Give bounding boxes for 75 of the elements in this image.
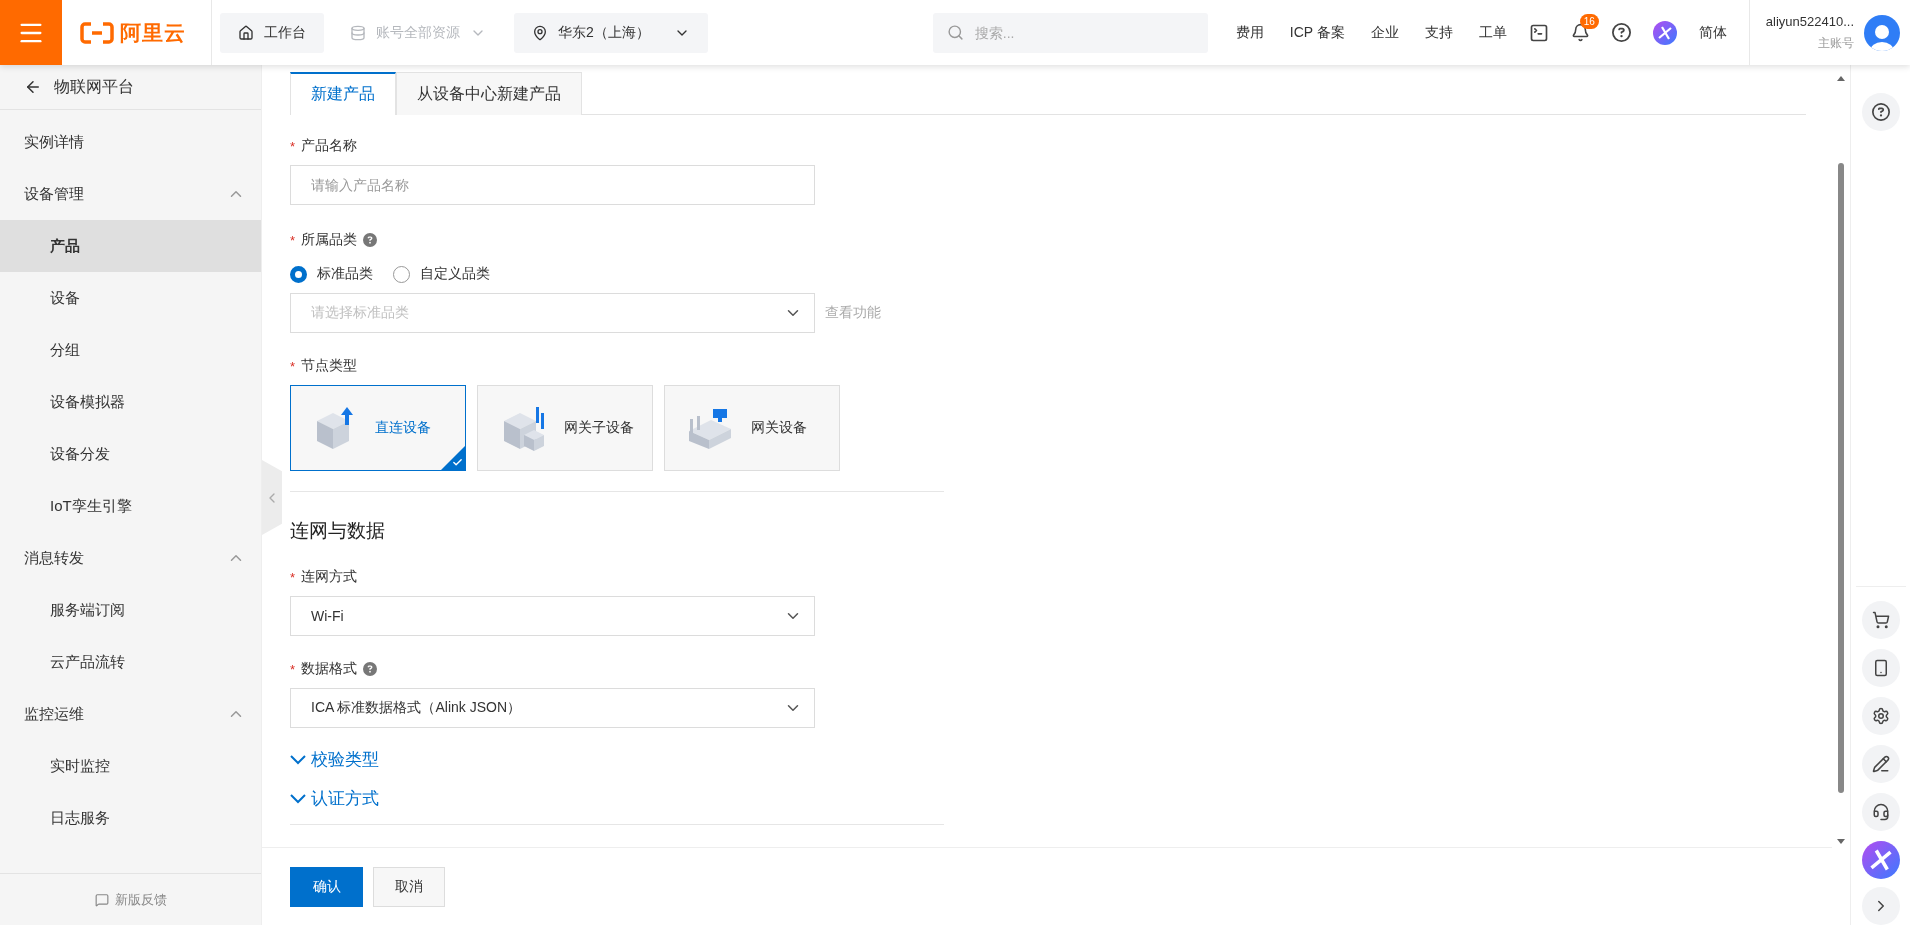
- terminal-icon[interactable]: [1528, 22, 1549, 43]
- top-link[interactable]: 工单: [1478, 23, 1507, 42]
- workbench-button[interactable]: 工作台: [220, 12, 324, 53]
- sidebar-item[interactable]: 设备分发: [0, 428, 261, 480]
- help-icon[interactable]: [1861, 93, 1900, 131]
- mobile-app-icon[interactable]: [1861, 649, 1900, 687]
- region-dropdown[interactable]: 华东2（上海）: [514, 12, 708, 53]
- top-link[interactable]: 企业: [1370, 23, 1399, 42]
- node-type-card[interactable]: 网关设备: [664, 385, 840, 471]
- sidebar-group[interactable]: 监控运维: [0, 688, 261, 740]
- sidebar-item[interactable]: 实时监控: [0, 740, 261, 792]
- section-title: 连网与数据: [290, 519, 386, 543]
- notification-badge: 16: [1579, 14, 1599, 29]
- database-icon: [350, 24, 366, 41]
- sidebar-item[interactable]: 云产品流转: [0, 636, 261, 688]
- collapsible-toggle[interactable]: 校验类型: [290, 748, 1832, 771]
- back-link[interactable]: 物联网平台: [0, 65, 261, 110]
- help-icon[interactable]: [1611, 23, 1631, 42]
- radio-option[interactable]: 自定义品类: [393, 265, 490, 283]
- account-name: aliyun522410...: [1765, 13, 1854, 29]
- menu-button[interactable]: [0, 0, 62, 65]
- required-asterisk: *: [290, 232, 296, 248]
- product-name-input[interactable]: 请输入产品名称: [290, 165, 815, 205]
- sidebar-item[interactable]: 产品: [0, 220, 261, 272]
- language-link[interactable]: 简体: [1698, 23, 1727, 42]
- ai-assistant-icon[interactable]: [1652, 20, 1677, 45]
- help-icon: [363, 662, 378, 676]
- sidebar-group[interactable]: 设备管理: [0, 168, 261, 220]
- sidebar-item[interactable]: 设备: [0, 272, 261, 324]
- message-icon: [94, 892, 109, 907]
- help-icon: [363, 233, 378, 247]
- field-label: 数据格式: [301, 660, 358, 678]
- field-label: 所属品类: [301, 231, 358, 249]
- required-asterisk: *: [290, 569, 296, 585]
- top-link[interactable]: ICP 备案: [1289, 23, 1345, 42]
- brand-logo-icon: [80, 21, 114, 44]
- avatar-icon[interactable]: [1864, 14, 1900, 51]
- search-icon: [946, 23, 964, 41]
- select-field[interactable]: ICA 标准数据格式（Alink JSON）: [290, 688, 815, 728]
- select-field[interactable]: Wi-Fi: [290, 596, 815, 636]
- top-link[interactable]: 费用: [1235, 23, 1264, 42]
- brand-name: 阿里云: [120, 19, 186, 46]
- confirm-button[interactable]: 确认: [290, 866, 363, 907]
- sidebar-group[interactable]: 消息转发: [0, 532, 261, 584]
- search-field[interactable]: 搜索...: [932, 12, 1208, 53]
- node-type-card[interactable]: 网关子设备: [477, 385, 653, 471]
- sidebar-item[interactable]: 实例详情: [0, 116, 261, 168]
- field-label: 节点类型: [301, 357, 358, 375]
- radio-option[interactable]: 标准品类: [290, 265, 373, 283]
- account-role: 主账号: [1818, 34, 1854, 52]
- tab[interactable]: 新建产品: [290, 72, 396, 115]
- ai-assistant-icon[interactable]: [1861, 841, 1900, 879]
- collapsible-toggle[interactable]: 认证方式: [290, 787, 1832, 810]
- notification-bell-icon[interactable]: [1570, 23, 1590, 42]
- map-pin-icon: [532, 24, 548, 41]
- sidebar-item[interactable]: IoT孪生引擎: [0, 480, 261, 532]
- cancel-button[interactable]: 取消: [373, 866, 445, 907]
- required-asterisk: *: [290, 358, 296, 374]
- sidebar-item[interactable]: 设备模拟器: [0, 376, 261, 428]
- required-asterisk: *: [290, 138, 296, 154]
- tab[interactable]: 从设备中心新建产品: [396, 72, 582, 115]
- cart-icon[interactable]: [1861, 601, 1900, 639]
- gateway-router-icon: [687, 407, 733, 449]
- top-link[interactable]: 支持: [1424, 23, 1453, 42]
- sidebar-item[interactable]: 分组: [0, 324, 261, 376]
- sidebar-item[interactable]: 日志服务: [0, 792, 261, 844]
- sidebar-item[interactable]: 服务端订阅: [0, 584, 261, 636]
- field-label: 连网方式: [301, 568, 358, 586]
- node-type-card[interactable]: 直连设备: [290, 385, 466, 471]
- settings-icon[interactable]: [1861, 697, 1900, 735]
- edit-icon[interactable]: [1861, 745, 1900, 783]
- headset-icon[interactable]: [1861, 793, 1900, 831]
- field-label: 产品名称: [301, 137, 358, 155]
- required-asterisk: *: [290, 661, 296, 677]
- home-icon: [238, 24, 254, 41]
